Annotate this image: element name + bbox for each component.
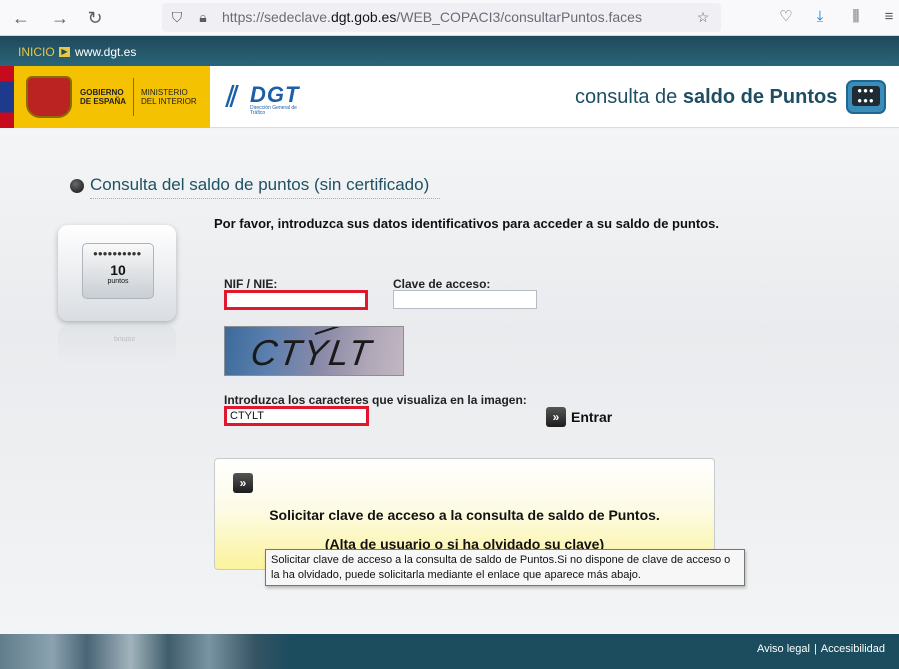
gobierno-text: GOBIERNO DE ESPAÑA — [80, 88, 127, 106]
site-footer: Aviso legal | Accesibilidad — [0, 634, 899, 669]
solicitar-clave-title[interactable]: Solicitar clave de acceso a la consulta … — [215, 507, 714, 523]
footer-separator: | — [813, 643, 817, 655]
page-title: consulta de saldo de Puntos — [575, 86, 838, 108]
main-content: Consulta del saldo de puntos (sin certif… — [0, 129, 899, 634]
device-unit: puntos — [107, 278, 129, 285]
library-icon[interactable]: ⫼ — [846, 7, 866, 27]
points-device-illustration: ●●●●●●●●●● 10 puntos — [58, 225, 176, 321]
clave-input[interactable] — [393, 290, 537, 309]
nif-input[interactable] — [224, 290, 368, 310]
nif-label: NIF / NIE: — [224, 277, 278, 291]
device-number: 10 — [110, 262, 126, 278]
spain-flag-icon — [0, 66, 14, 128]
bookmark-star-icon[interactable]: ☆ — [694, 8, 712, 26]
bullet-icon — [70, 179, 84, 193]
double-chevron-icon: » — [546, 407, 566, 427]
play-arrow-icon: ▶ — [59, 47, 70, 57]
site-header: GOBIERNO DE ESPAÑA MINISTERIO DEL INTERIOR… — [0, 66, 899, 128]
intro-text: Por favor, introduzca sus datos identifi… — [214, 216, 719, 231]
device-dots: ●●●●●●●●●● — [93, 249, 142, 258]
ministerio-text: MINISTERIO DEL INTERIOR — [141, 88, 197, 106]
coat-of-arms-icon — [26, 76, 72, 118]
dgt-mark-icon: ⫽ — [226, 81, 239, 112]
download-icon[interactable]: ⤓ — [810, 7, 830, 27]
captcha-image: CTYLT — [224, 326, 404, 376]
menu-icon[interactable]: ≡ — [879, 7, 899, 27]
tooltip: Solicitar clave de acceso a la consulta … — [265, 549, 745, 586]
shield-icon[interactable]: ⛉ — [168, 8, 186, 26]
section-divider — [90, 198, 440, 199]
double-chevron-icon[interactable]: » — [233, 473, 253, 493]
dgt-subtitle: Dirección General de Tráfico — [250, 105, 297, 116]
device-reflection: puntos — [58, 325, 176, 365]
pocket-icon[interactable]: ♡ — [776, 7, 796, 27]
reload-icon[interactable]: ↻ — [83, 6, 107, 30]
url-text[interactable]: https://sedeclave.dgt.gob.es/WEB_COPACI3… — [222, 9, 642, 25]
dgt-logo[interactable]: ⫽ DGT Dirección General de Tráfico — [226, 80, 306, 116]
gobierno-logo[interactable]: GOBIERNO DE ESPAÑA MINISTERIO DEL INTERIOR — [0, 66, 210, 128]
captcha-label: Introduzca los caracteres que visualiza … — [224, 393, 527, 407]
entrar-label: Entrar — [571, 409, 613, 425]
lock-icon[interactable]: 🔒︎ — [194, 8, 212, 26]
inicio-link[interactable]: INICIO — [18, 45, 55, 59]
footer-links: Aviso legal | Accesibilidad — [757, 643, 885, 655]
dgt-site-link[interactable]: www.dgt.es — [75, 45, 136, 59]
captcha-text: CTYLT — [248, 332, 376, 373]
browser-toolbar: ← → ↻ ⛉ 🔒︎ https://sedeclave.dgt.gob.es/… — [0, 0, 899, 36]
footer-photo-strip — [0, 634, 290, 669]
logo-divider — [133, 78, 134, 116]
section-title: Consulta del saldo de puntos (sin certif… — [90, 175, 430, 194]
entrar-button[interactable]: » Entrar — [546, 406, 612, 428]
address-bar[interactable]: ⛉ 🔒︎ https://sedeclave.dgt.gob.es/WEB_CO… — [162, 3, 721, 32]
forward-arrow-icon[interactable]: → — [48, 6, 72, 30]
points-counter-icon: ●●● ●●● — [846, 80, 886, 114]
clave-label: Clave de acceso: — [393, 277, 491, 291]
site-top-strip: INICIO ▶ www.dgt.es — [0, 36, 899, 66]
accesibilidad-link[interactable]: Accesibilidad — [821, 643, 885, 655]
back-arrow-icon[interactable]: ← — [9, 6, 33, 30]
aviso-legal-link[interactable]: Aviso legal — [757, 643, 810, 655]
captcha-input[interactable] — [224, 406, 369, 426]
